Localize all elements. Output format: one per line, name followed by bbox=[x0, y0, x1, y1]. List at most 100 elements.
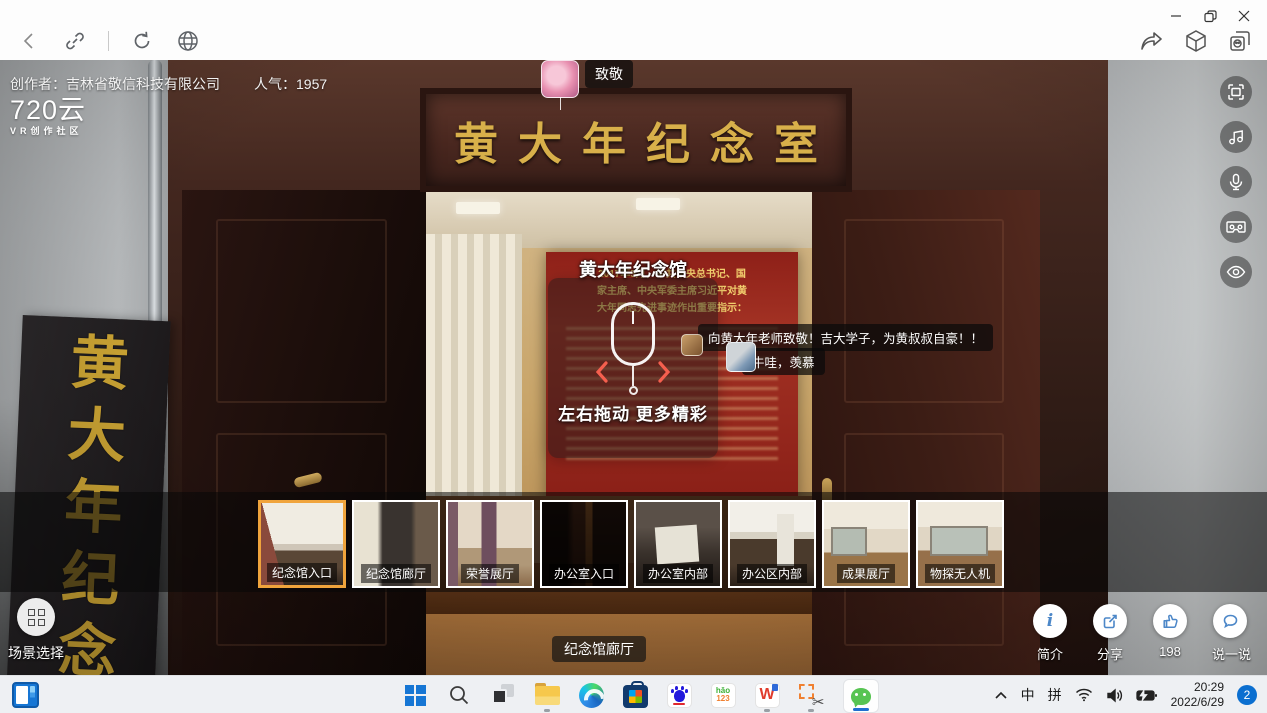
right-door bbox=[812, 190, 1040, 675]
scene-select-button[interactable]: 场景选择 bbox=[8, 598, 64, 663]
microphone-button[interactable] bbox=[1220, 166, 1252, 198]
comment-button[interactable]: 说一说 bbox=[1212, 604, 1248, 663]
commenter-avatar bbox=[681, 334, 703, 356]
fullscreen-button[interactable] bbox=[1220, 76, 1252, 108]
thumbnail-office-entrance[interactable]: 办公室入口 bbox=[540, 500, 628, 588]
like-count: 198 bbox=[1152, 644, 1188, 659]
thumbnail-label: 成果展厅 bbox=[837, 564, 895, 583]
grid-icon[interactable] bbox=[17, 598, 55, 636]
thumbnail-drone[interactable]: 物探无人机 bbox=[916, 500, 1004, 588]
view-mode-eye-button[interactable] bbox=[1220, 256, 1252, 288]
clock-date: 2022/6/29 bbox=[1171, 695, 1224, 710]
windows-taskbar: hǎo 123 W ✂ 中 拼 bbox=[0, 675, 1267, 713]
thumbnail-label: 纪念馆入口 bbox=[267, 563, 337, 582]
thumbs-up-icon[interactable] bbox=[1153, 604, 1187, 638]
notification-badge[interactable]: 2 bbox=[1237, 685, 1257, 705]
info-icon[interactable]: i bbox=[1033, 604, 1067, 638]
thumbnail-label: 纪念馆廊厅 bbox=[361, 564, 431, 583]
like-button[interactable]: 198 bbox=[1152, 604, 1188, 663]
scene-select-label: 场景选择 bbox=[8, 643, 64, 663]
toolbar-divider bbox=[108, 31, 109, 51]
thumbnail-memorial-corridor[interactable]: 纪念馆廊厅 bbox=[352, 500, 440, 588]
door-panel bbox=[844, 219, 1004, 403]
volume-icon[interactable] bbox=[1106, 688, 1123, 703]
share-button[interactable]: 分享 bbox=[1092, 604, 1128, 663]
memorial-plaque: 黄大年纪念室 bbox=[420, 88, 852, 192]
globe-icon[interactable] bbox=[175, 28, 201, 54]
link-icon[interactable] bbox=[62, 28, 88, 54]
ime-pinyin-indicator[interactable]: 拼 bbox=[1048, 685, 1062, 705]
thumbnail-achievement-hall[interactable]: 成果展厅 bbox=[822, 500, 910, 588]
viewer-side-buttons bbox=[1220, 76, 1252, 288]
creator-bar: 创作者：吉林省敬信科技有限公司 人气：1957 bbox=[10, 74, 327, 94]
background-music-button[interactable] bbox=[1220, 121, 1252, 153]
thumbnail-label: 物探无人机 bbox=[925, 564, 995, 583]
refresh-icon[interactable] bbox=[129, 28, 155, 54]
left-door bbox=[182, 190, 426, 675]
thumbnail-label: 办公室入口 bbox=[549, 564, 619, 583]
720yun-logo[interactable]: 720云 VR创作社区 bbox=[10, 96, 86, 137]
restore-button[interactable] bbox=[1193, 4, 1227, 28]
share-box-icon[interactable] bbox=[1093, 604, 1127, 638]
vr-tour-window: 2017年5月，中共中央总书记、国 家主席、中央军委主席习近平对黄 大年同志先进… bbox=[0, 0, 1267, 713]
share-toolbar bbox=[1139, 28, 1253, 54]
action-buttons: i 简介 分享 198 bbox=[1032, 604, 1248, 663]
ime-language-indicator[interactable]: 中 bbox=[1021, 685, 1035, 705]
baidu-button[interactable] bbox=[666, 676, 692, 713]
thumbnail-office-area[interactable]: 办公区内部 bbox=[728, 500, 816, 588]
interior-curtain bbox=[426, 234, 522, 504]
wps-office-button[interactable]: W bbox=[754, 676, 780, 713]
close-button[interactable] bbox=[1227, 4, 1261, 28]
battery-icon[interactable] bbox=[1136, 689, 1158, 702]
clock-time: 20:29 bbox=[1171, 680, 1224, 695]
door-panel bbox=[216, 219, 387, 403]
arrow-left-icon bbox=[594, 360, 610, 384]
search-button[interactable] bbox=[446, 676, 472, 713]
action-label: 分享 bbox=[1092, 644, 1128, 663]
commenter-avatar bbox=[726, 342, 756, 372]
hao123-text: 123 bbox=[716, 695, 729, 703]
speech-bubble-icon[interactable] bbox=[1213, 604, 1247, 638]
scene-thumbnails: 纪念馆入口 纪念馆廊厅 荣誉展厅 办公室入口 办公室内部 办公区内部 成果展厅 … bbox=[258, 500, 1004, 588]
taskbar-tray: 中 拼 20:29 2022/6/29 bbox=[994, 676, 1257, 713]
microsoft-store-button[interactable] bbox=[622, 676, 648, 713]
panorama-viewer[interactable]: 2017年5月，中共中央总书记、国 家主席、中央军委主席习近平对黄 大年同志先进… bbox=[0, 60, 1267, 675]
action-label: 说一说 bbox=[1212, 644, 1248, 663]
thumbnail-memorial-entrance[interactable]: 纪念馆入口 bbox=[258, 500, 346, 588]
thumbnail-office-interior[interactable]: 办公室内部 bbox=[634, 500, 722, 588]
wechat-button[interactable] bbox=[842, 676, 880, 713]
hidden-icons-chevron[interactable] bbox=[994, 690, 1008, 700]
start-button[interactable] bbox=[402, 676, 428, 713]
screenshot-tool-button[interactable]: ✂ bbox=[798, 676, 824, 713]
thumbnail-honor-hall[interactable]: 荣誉展厅 bbox=[446, 500, 534, 588]
taskbar-clock[interactable]: 20:29 2022/6/29 bbox=[1171, 680, 1224, 710]
wifi-icon[interactable] bbox=[1075, 688, 1093, 702]
action-label: 简介 bbox=[1032, 644, 1068, 663]
scene-hotspot-corridor[interactable]: 纪念馆廊厅 bbox=[552, 636, 646, 662]
edge-browser-button[interactable] bbox=[578, 676, 604, 713]
plaque-text: 黄大年纪念室 bbox=[434, 108, 838, 172]
title-bar bbox=[0, 0, 1267, 60]
file-explorer-button[interactable] bbox=[534, 676, 560, 713]
pinned-comment: 致敬 bbox=[541, 60, 633, 98]
drag-hint-text: 左右拖动 更多精彩 bbox=[558, 400, 708, 425]
task-view-button[interactable] bbox=[490, 676, 516, 713]
cube-3d-icon[interactable] bbox=[1183, 28, 1209, 54]
thumbnail-label: 办公室内部 bbox=[643, 564, 713, 583]
share-icon[interactable] bbox=[1139, 28, 1165, 54]
widgets-icon[interactable] bbox=[12, 682, 39, 708]
commenter-avatar[interactable] bbox=[541, 60, 579, 98]
back-icon[interactable] bbox=[16, 28, 42, 54]
hao123-button[interactable]: hǎo 123 bbox=[710, 676, 736, 713]
vr-mode-button[interactable] bbox=[1220, 211, 1252, 243]
feedback-icon[interactable] bbox=[1227, 28, 1253, 54]
minimize-button[interactable] bbox=[1159, 4, 1193, 28]
hotspot-title: 黄大年纪念馆 bbox=[579, 256, 687, 282]
ceiling-light bbox=[636, 198, 680, 210]
intro-button[interactable]: i 简介 bbox=[1032, 604, 1068, 663]
taskbar-center: hǎo 123 W ✂ bbox=[402, 676, 880, 713]
thumbnail-label: 办公区内部 bbox=[737, 564, 807, 583]
mouse-icon bbox=[610, 302, 656, 395]
arrow-right-icon bbox=[656, 360, 672, 384]
pinned-comment-bubble: 致敬 bbox=[585, 60, 633, 88]
